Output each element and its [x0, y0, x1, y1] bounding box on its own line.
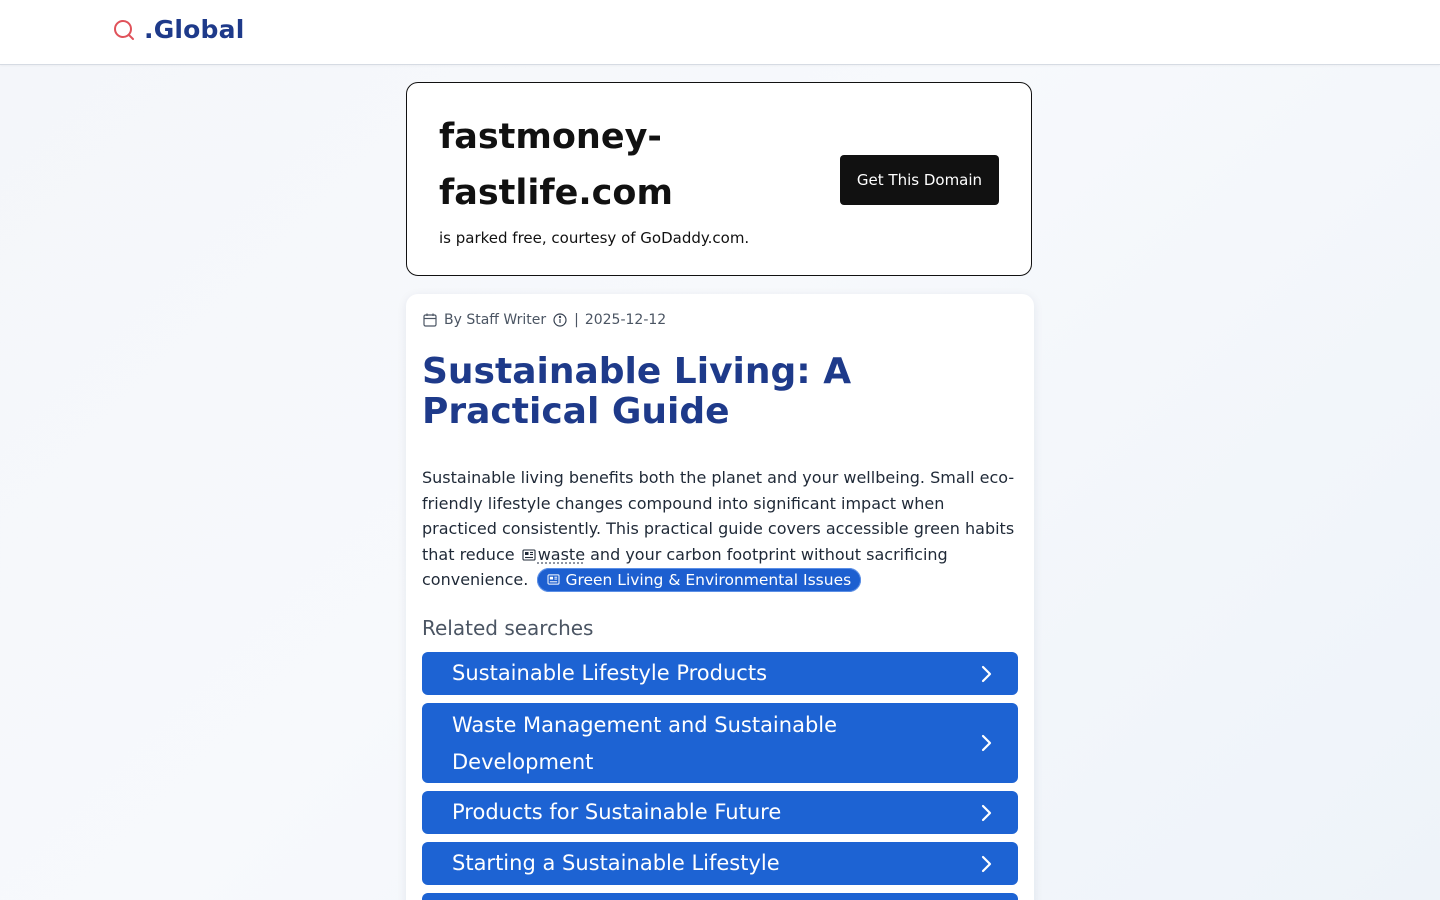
related-search-item-partial[interactable]: [422, 893, 1018, 900]
article-icon: [522, 543, 536, 555]
related-search-label: Products for Sustainable Future: [452, 794, 781, 831]
chevron-right-icon: [978, 733, 994, 753]
topic-pill-label: Green Living & Environmental Issues: [565, 568, 851, 592]
topic-pill-link[interactable]: Green Living & Environmental Issues: [537, 568, 861, 592]
brand-name: .Global: [144, 15, 245, 44]
article-icon: [547, 574, 560, 585]
article-author: By Staff Writer: [444, 312, 546, 328]
article-date: 2025-12-12: [585, 312, 666, 328]
article-body: Sustainable living benefits both the pla…: [422, 465, 1022, 593]
related-search-item[interactable]: Sustainable Lifestyle Products: [422, 652, 1018, 695]
related-searches-heading: Related searches: [422, 616, 593, 640]
related-search-label: Starting a Sustainable Lifestyle: [452, 845, 780, 882]
top-bar: .Global: [0, 0, 1440, 65]
related-search-label: Waste Management and Sustainable Develop…: [452, 707, 962, 781]
related-search-item[interactable]: Waste Management and Sustainable Develop…: [422, 703, 1018, 783]
search-icon: [112, 18, 136, 42]
related-search-label: Sustainable Lifestyle Products: [452, 655, 767, 692]
brand-logo-link[interactable]: .Global: [112, 15, 245, 44]
keyword-link-waste[interactable]: waste: [538, 545, 585, 564]
related-searches-list: Sustainable Lifestyle Products Waste Man…: [422, 652, 1018, 900]
calendar-icon: [422, 312, 438, 328]
chevron-right-icon: [978, 664, 994, 684]
info-icon[interactable]: [552, 312, 568, 328]
chevron-right-icon: [978, 803, 994, 823]
article-card: By Staff Writer | 2025-12-12 Sustainable…: [406, 294, 1034, 900]
domain-parked-card: fastmoney-fastlife.com is parked free, c…: [406, 82, 1032, 276]
domain-parked-notice: is parked free, courtesy of GoDaddy.com.: [439, 229, 749, 247]
article-title: Sustainable Living: A Practical Guide: [422, 352, 982, 432]
related-search-item[interactable]: Products for Sustainable Future: [422, 791, 1018, 834]
get-this-domain-button[interactable]: Get This Domain: [840, 155, 999, 205]
domain-name: fastmoney-fastlife.com: [439, 109, 779, 221]
related-search-item[interactable]: Starting a Sustainable Lifestyle: [422, 842, 1018, 885]
article-meta: By Staff Writer | 2025-12-12: [422, 311, 666, 329]
meta-separator: |: [574, 312, 579, 328]
chevron-right-icon: [978, 854, 994, 874]
